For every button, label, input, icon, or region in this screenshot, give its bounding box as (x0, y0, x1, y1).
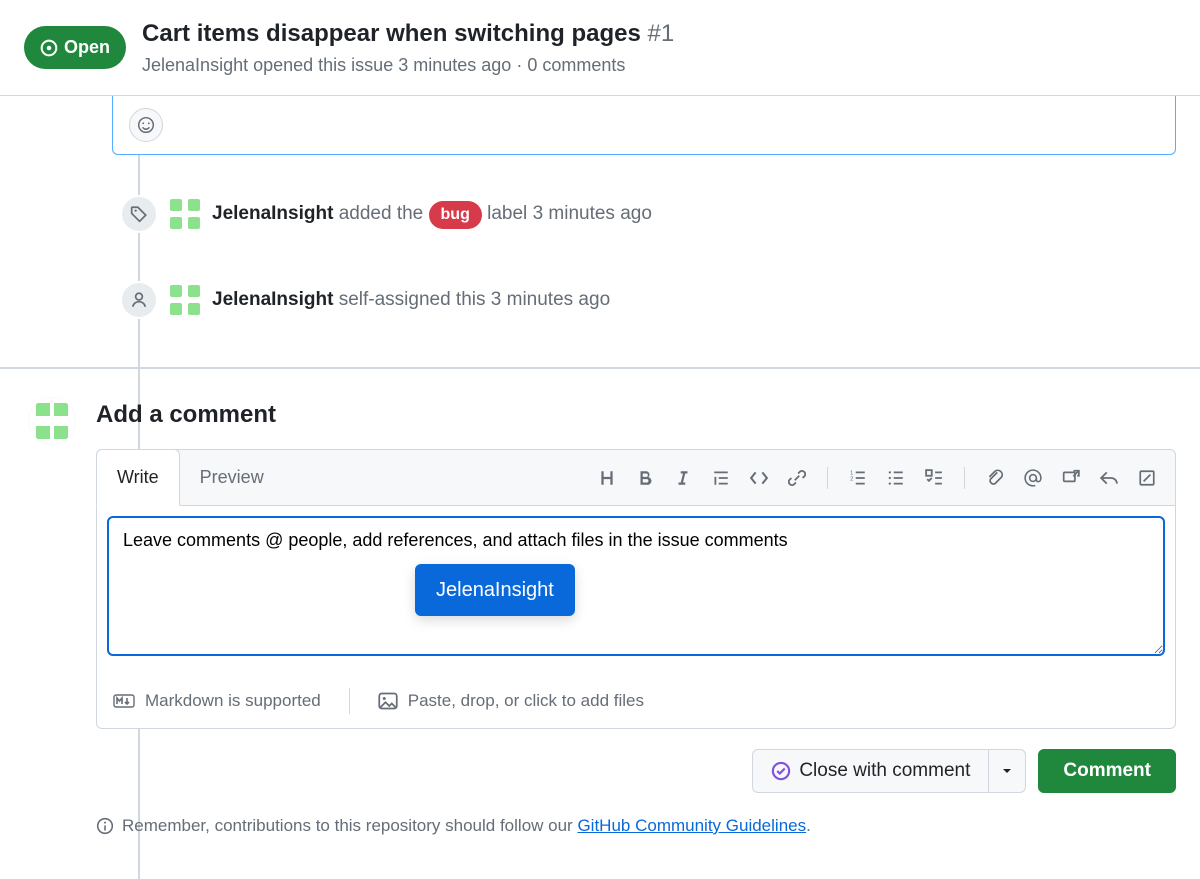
formatting-toolbar: 12 (579, 460, 1175, 496)
issue-closed-icon (771, 761, 791, 781)
bold-icon (636, 469, 654, 487)
ordered-list-icon: 12 (849, 469, 867, 487)
reply-button[interactable] (1091, 460, 1127, 496)
info-icon (96, 817, 114, 835)
close-with-comment-button[interactable]: Close with comment (752, 749, 989, 793)
issue-meta: JelenaInsight opened this issue 3 minute… (142, 52, 674, 79)
italic-icon (674, 469, 692, 487)
code-icon (750, 469, 768, 487)
diff-icon (1138, 469, 1156, 487)
reference-button[interactable] (1053, 460, 1089, 496)
comment-form-footer: Markdown is supported Paste, drop, or cl… (97, 674, 1175, 728)
tasklist-icon (925, 469, 943, 487)
event-time: 3 minutes ago (491, 289, 610, 310)
contribution-guidelines: Remember, contributions to this reposito… (96, 813, 1176, 839)
italic-button[interactable] (665, 460, 701, 496)
avatar[interactable] (170, 285, 200, 315)
quote-icon (712, 469, 730, 487)
footer-separator (349, 688, 350, 714)
avatar[interactable] (170, 199, 200, 229)
event-time: 3 minutes ago (533, 203, 652, 224)
timeline-label-event: JelenaInsight added the bug label 3 minu… (112, 195, 1176, 233)
comment-tabs: Write Preview 12 (97, 450, 1175, 506)
mention-suggestion[interactable]: JelenaInsight (415, 564, 575, 616)
paperclip-icon (986, 469, 1004, 487)
comment-actions: Close with comment Comment (96, 749, 1176, 793)
mention-button[interactable] (1015, 460, 1051, 496)
previous-comment-footer (112, 96, 1176, 155)
svg-text:2: 2 (850, 476, 853, 482)
smiley-icon (137, 116, 155, 134)
unordered-list-button[interactable] (878, 460, 914, 496)
cross-reference-icon (1062, 469, 1080, 487)
current-user-avatar[interactable] (28, 397, 76, 445)
event-author-link[interactable]: JelenaInsight (212, 289, 333, 310)
community-guidelines-link[interactable]: GitHub Community Guidelines (577, 816, 806, 835)
issue-title: Cart items disappear when switching page… (142, 20, 641, 47)
add-reaction-button[interactable] (129, 108, 163, 142)
heading-icon (598, 469, 616, 487)
label-pill-bug[interactable]: bug (429, 201, 482, 229)
attach-button[interactable] (977, 460, 1013, 496)
mention-icon (1024, 469, 1042, 487)
code-button[interactable] (741, 460, 777, 496)
toolbar-separator (964, 467, 965, 489)
section-divider (0, 367, 1200, 369)
markdown-icon (113, 693, 135, 709)
issue-number: #1 (647, 20, 674, 47)
tag-icon (130, 205, 148, 223)
issue-author-link[interactable]: JelenaInsight (142, 55, 248, 75)
timeline-badge (120, 281, 158, 319)
add-comment-heading: Add a comment (96, 397, 1176, 433)
reply-icon (1100, 469, 1118, 487)
task-list-button[interactable] (916, 460, 952, 496)
unordered-list-icon (887, 469, 905, 487)
timeline-assign-event: JelenaInsight self-assigned this 3 minut… (112, 281, 1176, 319)
issue-comment-count: 0 comments (527, 55, 625, 75)
issue-open-icon (40, 39, 58, 57)
comment-form: Write Preview 12 (96, 449, 1176, 729)
slash-commands-button[interactable] (1129, 460, 1165, 496)
link-button[interactable] (779, 460, 815, 496)
timeline-badge (120, 195, 158, 233)
heading-button[interactable] (589, 460, 625, 496)
toolbar-separator (827, 467, 828, 489)
markdown-supported-link[interactable]: Markdown is supported (113, 688, 321, 714)
ordered-list-button[interactable]: 12 (840, 460, 876, 496)
comment-submit-button[interactable]: Comment (1038, 749, 1176, 793)
quote-button[interactable] (703, 460, 739, 496)
close-dropdown-button[interactable] (989, 749, 1026, 793)
issue-opened-time: 3 minutes ago (398, 55, 511, 75)
event-author-link[interactable]: JelenaInsight (212, 203, 333, 224)
issue-header: Open Cart items disappear when switching… (0, 0, 1200, 96)
caret-down-icon (1001, 765, 1013, 777)
tab-write[interactable]: Write (96, 449, 180, 506)
attach-files-link[interactable]: Paste, drop, or click to add files (378, 688, 644, 714)
issue-title-row: Cart items disappear when switching page… (142, 16, 674, 52)
image-icon (378, 692, 398, 710)
bold-button[interactable] (627, 460, 663, 496)
tab-preview[interactable]: Preview (180, 450, 285, 505)
state-label: Open (64, 34, 110, 61)
person-icon (130, 291, 148, 309)
comment-textarea[interactable] (107, 516, 1165, 656)
link-icon (788, 469, 806, 487)
state-badge: Open (24, 26, 126, 69)
